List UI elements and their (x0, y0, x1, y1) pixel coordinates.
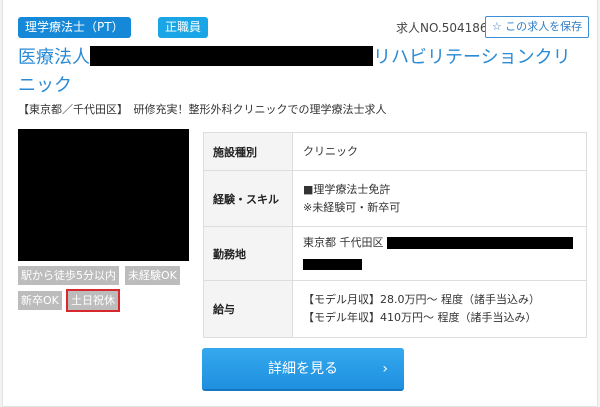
tag-inexperienced-ok: 未経験OK (125, 266, 180, 285)
table-row: 勤務地 東京都 千代田区 (203, 226, 587, 281)
job-subtitle: 【東京都／千代田区】 研修充実！整形外科クリニックでの理学療法士求人 (18, 103, 387, 116)
job-card: 理学療法士（PT） 正職員 求人NO.504186 ☆ この求人を保存 医療法人… (2, 0, 598, 407)
chevron-right-icon: › (382, 361, 388, 377)
table-row: 施設種別 クリニック (203, 132, 587, 171)
facility-photo-redacted (18, 129, 189, 261)
employment-badge: 正職員 (158, 17, 209, 38)
job-title[interactable]: 医療法人 リハビリテーションクリニック (18, 44, 588, 100)
skill-label: 経験・スキル (203, 170, 293, 227)
job-number: 求人NO.504186 (396, 21, 488, 35)
save-job-button[interactable]: ☆ この求人を保存 (485, 16, 589, 38)
salary-monthly: 【モデル月収】28.0万円～ 程度（諸手当込み） (303, 293, 540, 306)
table-row: 経験・スキル ■理学療法士免許 ※未経験可・新卒可 (203, 170, 587, 227)
tag-weekends-off: 土日祝休 (66, 289, 120, 312)
skill-line-license: ■理学療法士免許 (303, 182, 391, 196)
tag-near-station: 駅から徒歩5分以内 (18, 266, 119, 285)
profession-badge: 理学療法士（PT） (18, 17, 131, 38)
facility-type-value: クリニック (292, 132, 587, 171)
tag-new-graduate-ok: 新卒OK (18, 291, 62, 310)
view-details-button[interactable]: 詳細を見る › (202, 348, 404, 391)
location-label: 勤務地 (203, 226, 293, 281)
redacted-address-line2 (303, 258, 362, 270)
redacted-address-line1 (387, 237, 573, 249)
skill-value: ■理学療法士免許 ※未経験可・新卒可 (292, 170, 587, 227)
title-prefix: 医療法人 (18, 47, 90, 68)
salary-value: 【モデル月収】28.0万円～ 程度（諸手当込み） 【モデル年収】410万円～ 程… (292, 280, 587, 338)
job-info-table: 施設種別 クリニック 経験・スキル ■理学療法士免許 ※未経験可・新卒可 勤務地… (203, 132, 587, 338)
salary-label: 給与 (203, 280, 293, 338)
location-value: 東京都 千代田区 (292, 226, 587, 281)
skill-line-note: ※未経験可・新卒可 (303, 200, 401, 214)
facility-type-label: 施設種別 (203, 132, 293, 171)
location-text: 東京都 千代田区 (303, 236, 384, 249)
view-details-label: 詳細を見る (268, 361, 338, 377)
redacted-clinic-name (90, 46, 373, 66)
table-row: 給与 【モデル月収】28.0万円～ 程度（諸手当込み） 【モデル年収】410万円… (203, 280, 587, 338)
salary-annual: 【モデル年収】410万円～ 程度（諸手当込み） (303, 311, 537, 324)
